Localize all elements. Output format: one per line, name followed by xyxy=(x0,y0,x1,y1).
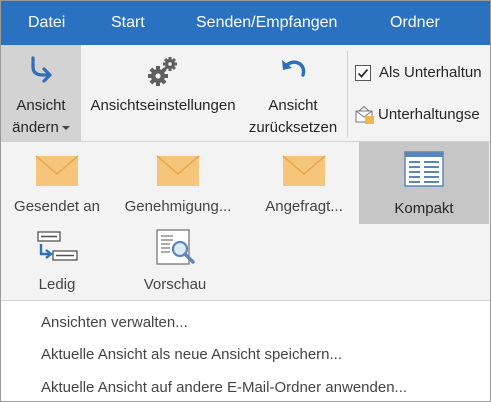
single-list-icon xyxy=(37,231,78,261)
view-kompakt[interactable]: Kompakt xyxy=(359,142,489,224)
view-genehmigung[interactable]: Genehmigung... xyxy=(119,142,237,222)
show-as-conversations-label: Als Unterhaltun xyxy=(379,64,482,81)
view-genehmigung-label: Genehmigung... xyxy=(124,198,232,215)
ribbon-current-view-group: Ansicht ändern Ansichtseinstellungen Ans… xyxy=(1,45,490,142)
envelope-icon xyxy=(282,155,326,186)
tab-datei[interactable]: Datei xyxy=(28,1,65,45)
outlook-view-ribbon: Datei Start Senden/Empfangen Ordner Ansi… xyxy=(0,0,491,402)
gears-icon xyxy=(148,57,177,86)
dropdown-caret-icon xyxy=(61,126,70,131)
menu-manage-views[interactable]: Ansichten verwalten... xyxy=(41,308,188,338)
view-settings-button[interactable]: Ansichtseinstellungen xyxy=(83,45,243,141)
change-view-button[interactable]: Ansicht ändern xyxy=(1,45,81,141)
checkbox-box[interactable] xyxy=(355,65,371,81)
reset-view-label: Ansicht zurücksetzen xyxy=(245,95,341,139)
reset-view-label-line2: zurücksetzen xyxy=(248,119,338,136)
view-settings-label: Ansichtseinstellungen xyxy=(90,97,236,114)
menu-save-view-as-new[interactable]: Aktuelle Ansicht als neue Ansicht speich… xyxy=(41,340,342,370)
view-options-menu: Ansichten verwalten... Aktuelle Ansicht … xyxy=(1,301,490,401)
change-view-label-line1: Ansicht xyxy=(16,97,66,114)
view-gallery: Gesendet an Genehmigung... Angefragt... xyxy=(1,142,490,301)
ribbon-tab-bar: Datei Start Senden/Empfangen Ordner xyxy=(1,1,490,45)
menu-apply-view-to-folders[interactable]: Aktuelle Ansicht auf andere E-Mail-Ordne… xyxy=(41,373,407,401)
reset-view-label-line1: Ansicht xyxy=(268,97,318,114)
envelope-icon xyxy=(35,155,79,186)
ribbon-separator xyxy=(347,51,348,137)
view-gesendet-an[interactable]: Gesendet an xyxy=(1,142,113,222)
change-view-icon xyxy=(31,56,52,83)
conversation-settings-label: Unterhaltungse xyxy=(378,106,480,123)
tab-start[interactable]: Start xyxy=(111,1,145,45)
view-kompakt-label: Kompakt xyxy=(394,200,454,217)
envelope-settings-icon xyxy=(355,105,374,124)
checkmark-icon xyxy=(357,68,369,78)
compact-list-icon xyxy=(404,151,444,187)
change-view-label-line2: ändern xyxy=(12,119,59,136)
view-angefragt-label: Angefragt... xyxy=(265,198,343,215)
view-vorschau[interactable]: Vorschau xyxy=(119,226,231,306)
view-gesendet-an-label: Gesendet an xyxy=(14,198,100,215)
view-angefragt[interactable]: Angefragt... xyxy=(245,142,363,222)
undo-arrow-icon xyxy=(282,60,306,77)
change-view-label: Ansicht ändern xyxy=(1,95,81,139)
view-vorschau-label: Vorschau xyxy=(143,276,207,293)
preview-icon xyxy=(156,229,195,265)
view-ledig[interactable]: Ledig xyxy=(1,226,113,306)
reset-view-button[interactable]: Ansicht zurücksetzen xyxy=(245,45,341,141)
view-ledig-label: Ledig xyxy=(38,276,76,293)
tab-ordner[interactable]: Ordner xyxy=(390,1,440,45)
tab-senden-empfangen[interactable]: Senden/Empfangen xyxy=(196,1,337,45)
envelope-icon xyxy=(156,155,200,186)
